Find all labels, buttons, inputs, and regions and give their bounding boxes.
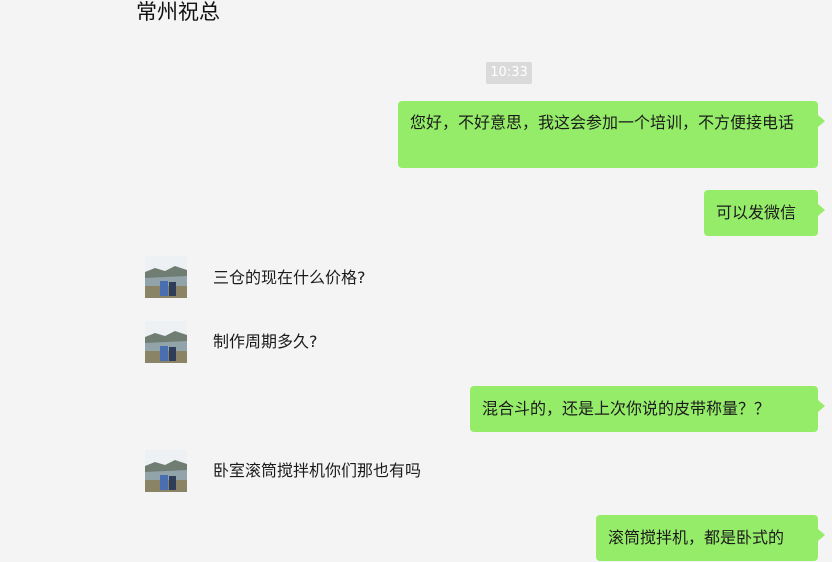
contact-avatar[interactable] [145,321,187,363]
message-text-incoming[interactable]: 卧室滚筒搅拌机你们那也有吗 [213,460,421,482]
message-bubble-outgoing[interactable]: 滚筒搅拌机，都是卧式的 [596,515,825,561]
landscape-photo-avatar-icon [145,450,187,492]
message-bubble-outgoing[interactable]: 您好，不好意思，我这会参加一个培训，不方便接电话 [398,101,825,168]
message-text-incoming[interactable]: 三仓的现在什么价格? [213,267,366,289]
contact-avatar[interactable] [145,256,187,298]
message-text: 您好，不好意思，我这会参加一个培训，不方便接电话 [410,113,795,132]
message-text: 滚筒搅拌机，都是卧式的 [608,528,785,547]
landscape-photo-avatar-icon [145,256,187,298]
message-text: 可以发微信 [716,203,797,222]
chat-title: 常州祝总 [136,0,220,24]
time-divider: 10:33 [486,62,532,84]
message-text-incoming[interactable]: 制作周期多久? [213,331,318,353]
message-bubble-outgoing[interactable]: 混合斗的，还是上次你说的皮带称量？？ [470,386,825,432]
message-text: 混合斗的，还是上次你说的皮带称量？？ [482,399,771,418]
contact-avatar[interactable] [145,450,187,492]
landscape-photo-avatar-icon [145,321,187,363]
message-bubble-outgoing[interactable]: 可以发微信 [704,190,825,236]
